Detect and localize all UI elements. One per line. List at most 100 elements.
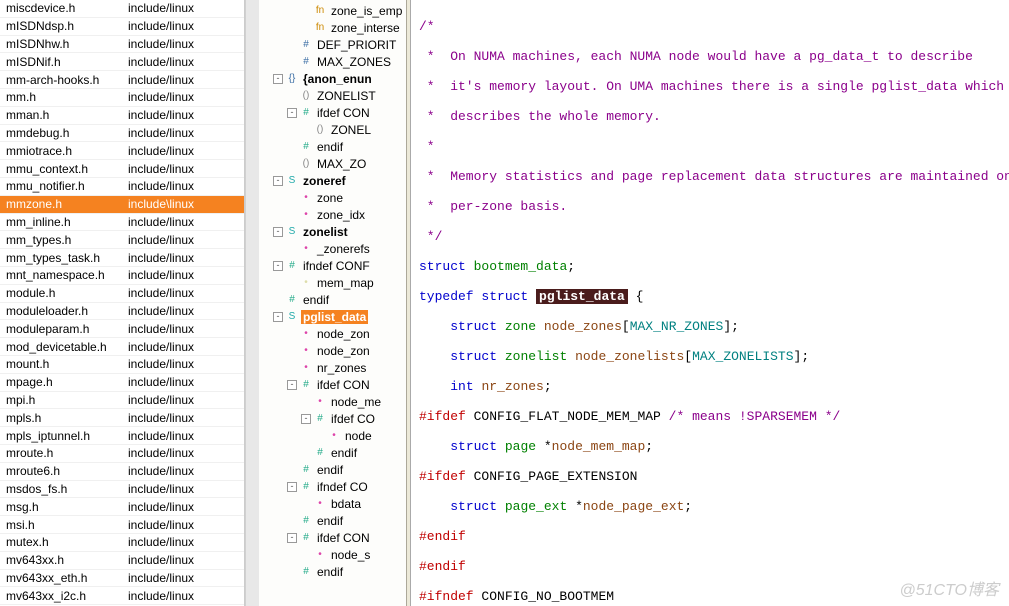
tree-row[interactable]: -#ifndef CONF: [259, 257, 410, 274]
collapse-icon[interactable]: -: [287, 108, 297, 118]
file-row[interactable]: module.hinclude/linux: [0, 285, 244, 303]
file-row[interactable]: mount.hinclude/linux: [0, 356, 244, 374]
tree-row[interactable]: #endif: [259, 563, 410, 580]
file-row[interactable]: mv643xx_eth.hinclude/linux: [0, 570, 244, 588]
file-row[interactable]: msg.hinclude/linux: [0, 498, 244, 516]
file-row[interactable]: mm_inline.hinclude/linux: [0, 214, 244, 232]
tree-row[interactable]: #DEF_PRIORIT: [259, 36, 410, 53]
const: MAX_NR_ZONES: [630, 319, 724, 334]
tree-row[interactable]: -#ifdef CON: [259, 529, 410, 546]
tree-row[interactable]: #endif: [259, 138, 410, 155]
tree-row[interactable]: ()MAX_ZO: [259, 155, 410, 172]
collapse-icon[interactable]: -: [287, 380, 297, 390]
tree-row[interactable]: •node_zon: [259, 342, 410, 359]
tree-row[interactable]: #endif: [259, 444, 410, 461]
tree-item-label: ifdef CON: [315, 378, 372, 392]
file-name: mISDNif.h: [6, 55, 128, 69]
tree-item-icon: #: [313, 446, 327, 460]
file-row[interactable]: mutex.hinclude/linux: [0, 534, 244, 552]
file-row[interactable]: msi.hinclude/linux: [0, 516, 244, 534]
collapse-icon[interactable]: -: [301, 414, 311, 424]
file-row[interactable]: mISDNhw.hinclude/linux: [0, 36, 244, 54]
tree-row[interactable]: #endif: [259, 512, 410, 529]
file-row[interactable]: mroute.hinclude/linux: [0, 445, 244, 463]
file-row[interactable]: mm-arch-hooks.hinclude/linux: [0, 71, 244, 89]
file-row[interactable]: msdos_fs.hinclude/linux: [0, 481, 244, 499]
collapse-icon[interactable]: -: [273, 261, 283, 271]
tree-row[interactable]: -Szoneref: [259, 172, 410, 189]
file-row[interactable]: mpls_iptunnel.hinclude/linux: [0, 427, 244, 445]
file-row[interactable]: mmzone.hinclude\linux: [0, 196, 244, 214]
tree-row[interactable]: •node_zon: [259, 325, 410, 342]
file-row[interactable]: miscdevice.hinclude/linux: [0, 0, 244, 18]
code-editor[interactable]: /* * On NUMA machines, each NUMA node wo…: [411, 0, 1009, 606]
tree-row[interactable]: -#ifdef CON: [259, 376, 410, 393]
collapse-icon[interactable]: -: [287, 533, 297, 543]
file-row[interactable]: mm_types_task.hinclude/linux: [0, 249, 244, 267]
tree-row[interactable]: -Szonelist: [259, 223, 410, 240]
tree-row[interactable]: -#ifndef CO: [259, 478, 410, 495]
file-name: mman.h: [6, 108, 128, 122]
file-path: include/linux: [128, 19, 238, 33]
file-name: mnt_namespace.h: [6, 268, 128, 282]
file-name: mpls.h: [6, 411, 128, 425]
tree-row[interactable]: •mem_map: [259, 274, 410, 291]
tree-row[interactable]: •bdata: [259, 495, 410, 512]
preproc: #endif: [419, 559, 466, 574]
file-row[interactable]: mpls.hinclude/linux: [0, 409, 244, 427]
tree-row[interactable]: •zone_idx: [259, 206, 410, 223]
tree-row[interactable]: fnzone_is_emp: [259, 2, 410, 19]
tree-row[interactable]: •nr_zones: [259, 359, 410, 376]
file-row[interactable]: mnt_namespace.hinclude/linux: [0, 267, 244, 285]
collapse-icon[interactable]: -: [273, 312, 283, 322]
collapse-icon[interactable]: -: [273, 176, 283, 186]
tree-row[interactable]: #endif: [259, 461, 410, 478]
file-row[interactable]: mman.hinclude/linux: [0, 107, 244, 125]
tree-splitter[interactable]: [406, 0, 410, 606]
file-list-scrollbar[interactable]: [245, 0, 259, 606]
tree-row[interactable]: •zone: [259, 189, 410, 206]
file-name: msi.h: [6, 518, 128, 532]
file-row[interactable]: mISDNdsp.hinclude/linux: [0, 18, 244, 36]
tree-item-icon: #: [299, 480, 313, 494]
file-name: mv643xx_i2c.h: [6, 589, 128, 603]
file-row[interactable]: mmiotrace.hinclude/linux: [0, 142, 244, 160]
tree-row[interactable]: fnzone_interse: [259, 19, 410, 36]
tree-row[interactable]: -#ifdef CO: [259, 410, 410, 427]
tree-row[interactable]: -{}{anon_enun: [259, 70, 410, 87]
keyword: struct: [450, 439, 497, 454]
tree-item-label: _zonerefs: [315, 242, 372, 256]
file-row[interactable]: mISDNif.hinclude/linux: [0, 53, 244, 71]
tree-row[interactable]: -Spglist_data: [259, 308, 410, 325]
tree-row[interactable]: #endif: [259, 291, 410, 308]
tree-row[interactable]: -#ifdef CON: [259, 104, 410, 121]
keyword: struct: [481, 289, 528, 304]
collapse-icon[interactable]: -: [273, 74, 283, 84]
file-row[interactable]: mpi.hinclude/linux: [0, 392, 244, 410]
tree-item-label: zone_idx: [315, 208, 367, 222]
field: nr_zones: [481, 379, 543, 394]
file-row[interactable]: mv643xx_i2c.hinclude/linux: [0, 587, 244, 605]
file-row[interactable]: mm_types.hinclude/linux: [0, 231, 244, 249]
tree-item-label: {anon_enun: [301, 72, 374, 86]
file-row[interactable]: mmu_notifier.hinclude/linux: [0, 178, 244, 196]
tree-row[interactable]: ()ZONEL: [259, 121, 410, 138]
file-row[interactable]: mmu_context.hinclude/linux: [0, 160, 244, 178]
file-row[interactable]: mod_devicetable.hinclude/linux: [0, 338, 244, 356]
tree-row[interactable]: •node: [259, 427, 410, 444]
file-row[interactable]: mmdebug.hinclude/linux: [0, 125, 244, 143]
collapse-icon[interactable]: -: [273, 227, 283, 237]
file-row[interactable]: mv643xx.hinclude/linux: [0, 552, 244, 570]
file-row[interactable]: mroute6.hinclude/linux: [0, 463, 244, 481]
tree-row[interactable]: •node_me: [259, 393, 410, 410]
collapse-icon[interactable]: -: [287, 482, 297, 492]
file-row[interactable]: moduleparam.hinclude/linux: [0, 320, 244, 338]
tree-row[interactable]: ()ZONELIST: [259, 87, 410, 104]
file-path: include/linux: [128, 126, 238, 140]
tree-row[interactable]: •node_s: [259, 546, 410, 563]
file-row[interactable]: moduleloader.hinclude/linux: [0, 303, 244, 321]
file-row[interactable]: mm.hinclude/linux: [0, 89, 244, 107]
tree-row[interactable]: •_zonerefs: [259, 240, 410, 257]
tree-row[interactable]: #MAX_ZONES: [259, 53, 410, 70]
file-row[interactable]: mpage.hinclude/linux: [0, 374, 244, 392]
